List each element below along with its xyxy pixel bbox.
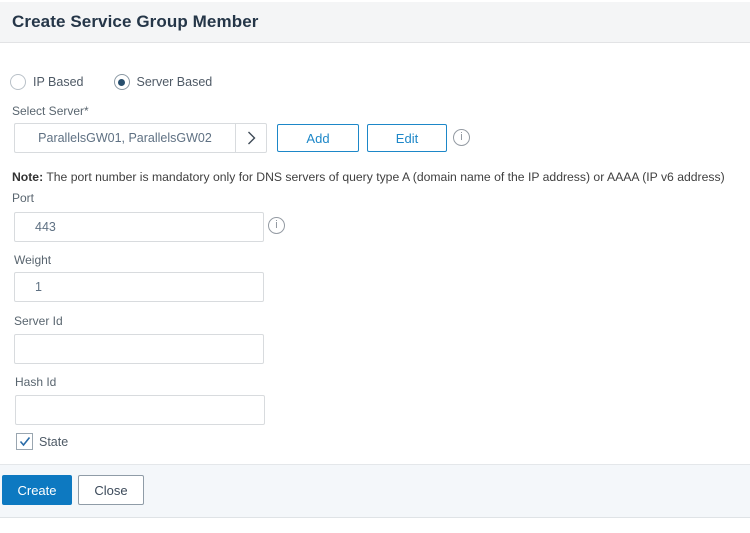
select-server-combo bbox=[14, 123, 267, 153]
radio-server-based-label: Server Based bbox=[137, 75, 213, 89]
chevron-right-icon bbox=[247, 131, 256, 145]
server-expand-button[interactable] bbox=[235, 123, 267, 153]
port-input[interactable] bbox=[14, 212, 264, 242]
server-id-label: Server Id bbox=[14, 314, 63, 328]
radio-dot bbox=[118, 79, 125, 86]
select-server-info-icon[interactable]: i bbox=[453, 129, 470, 146]
port-info-icon[interactable]: i bbox=[268, 217, 285, 234]
checkmark-icon bbox=[19, 436, 31, 447]
port-label: Port bbox=[12, 191, 34, 205]
add-server-button[interactable]: Add bbox=[277, 124, 359, 152]
hash-id-input[interactable] bbox=[15, 395, 265, 425]
close-button[interactable]: Close bbox=[78, 475, 144, 505]
dialog-header: Create Service Group Member bbox=[0, 2, 750, 43]
edit-server-button[interactable]: Edit bbox=[367, 124, 447, 152]
radio-unselected-icon[interactable] bbox=[10, 74, 26, 90]
create-button[interactable]: Create bbox=[2, 475, 72, 505]
create-service-group-member-dialog: Create Service Group Member IP Based Ser… bbox=[0, 0, 750, 533]
note-prefix: Note: bbox=[12, 170, 43, 184]
server-id-input[interactable] bbox=[14, 334, 264, 364]
weight-input[interactable] bbox=[14, 272, 264, 302]
radio-ip-based-label: IP Based bbox=[33, 75, 84, 89]
hash-id-label: Hash Id bbox=[15, 375, 56, 389]
weight-label: Weight bbox=[14, 253, 51, 267]
radio-ip-based[interactable]: IP Based bbox=[10, 74, 84, 90]
state-label: State bbox=[39, 435, 68, 449]
select-server-label: Select Server* bbox=[12, 104, 89, 118]
radio-selected-icon[interactable] bbox=[114, 74, 130, 90]
radio-server-based[interactable]: Server Based bbox=[114, 74, 213, 90]
member-type-radio-group: IP Based Server Based bbox=[10, 74, 242, 90]
state-checkbox[interactable] bbox=[16, 433, 33, 450]
note-body: The port number is mandatory only for DN… bbox=[43, 170, 724, 184]
note-text: Note: The port number is mandatory only … bbox=[12, 170, 738, 184]
page-title: Create Service Group Member bbox=[12, 12, 258, 32]
state-row: State bbox=[16, 433, 68, 450]
select-server-input[interactable] bbox=[14, 123, 235, 153]
